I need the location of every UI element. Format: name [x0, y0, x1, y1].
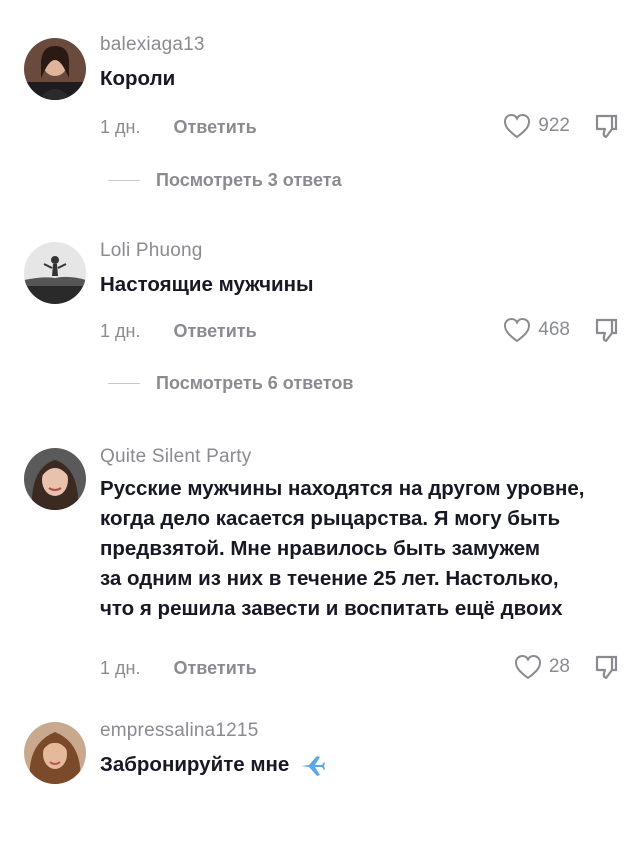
comment-text-line: что я решила завести и воспитать ещё дво…	[100, 597, 563, 620]
like-button[interactable]: 922	[502, 112, 570, 140]
comment-text-row: Забронируйте мне	[100, 750, 632, 780]
thumbs-down-icon	[595, 655, 618, 680]
like-count: 922	[538, 115, 570, 136]
dislike-button[interactable]	[592, 653, 620, 681]
like-count: 28	[548, 656, 570, 677]
comment-username[interactable]: empressalina1215	[100, 720, 258, 742]
comment-text-line: когда дело касается рыцарства. Я могу бы…	[100, 507, 561, 530]
comment-text: Настоящие мужчины	[100, 273, 314, 296]
comment-time: 1 дн.	[100, 321, 141, 341]
view-replies-label: Посмотреть 6 ответов	[156, 373, 354, 393]
like-button[interactable]: 468	[502, 316, 570, 344]
comment-username[interactable]: balexiaga13	[100, 34, 205, 56]
view-replies-label: Посмотреть 3 ответа	[156, 170, 342, 190]
avatar[interactable]	[24, 722, 86, 784]
avatar[interactable]	[24, 38, 86, 100]
comment-meta: 1 дн. Ответить	[100, 321, 257, 342]
reply-button[interactable]: Ответить	[173, 658, 256, 678]
reply-button[interactable]: Ответить	[173, 117, 256, 137]
divider-line	[108, 180, 140, 181]
comment-text: Русские мужчины находятся на другом уров…	[100, 474, 632, 624]
comment-time: 1 дн.	[100, 658, 141, 678]
thumbs-down-icon	[595, 114, 618, 139]
like-count: 468	[538, 319, 570, 340]
comment-text-line: предвзятой. Мне нравилось быть замужем	[100, 537, 541, 560]
comment-meta: 1 дн. Ответить	[100, 117, 257, 138]
avatar[interactable]	[24, 242, 86, 304]
view-replies-button[interactable]: Посмотреть 6 ответов	[108, 373, 353, 394]
comment-text: Забронируйте мне	[100, 753, 290, 776]
comment-time: 1 дн.	[100, 117, 141, 137]
divider-line	[108, 383, 140, 384]
like-button[interactable]: 28	[513, 653, 570, 681]
dislike-button[interactable]	[592, 316, 620, 344]
comment-text-line: за одним из них в течение 25 лет. Настол…	[100, 567, 559, 590]
dislike-button[interactable]	[592, 112, 620, 140]
view-replies-button[interactable]: Посмотреть 3 ответа	[108, 170, 342, 191]
comment-meta: 1 дн. Ответить	[100, 658, 257, 679]
comment-text-line: Русские мужчины находятся на другом уров…	[100, 477, 585, 500]
heart-outline-icon	[514, 654, 541, 680]
comment-username[interactable]: Quite Silent Party	[100, 446, 251, 468]
thumbs-down-icon	[595, 318, 618, 343]
avatar[interactable]	[24, 448, 86, 510]
heart-outline-icon	[504, 317, 531, 343]
comment-username[interactable]: Loli Phuong	[100, 240, 203, 262]
comment-text: Короли	[100, 67, 176, 90]
reply-button[interactable]: Ответить	[173, 321, 256, 341]
airplane-emoji-icon	[300, 755, 325, 776]
heart-outline-icon	[504, 113, 531, 139]
